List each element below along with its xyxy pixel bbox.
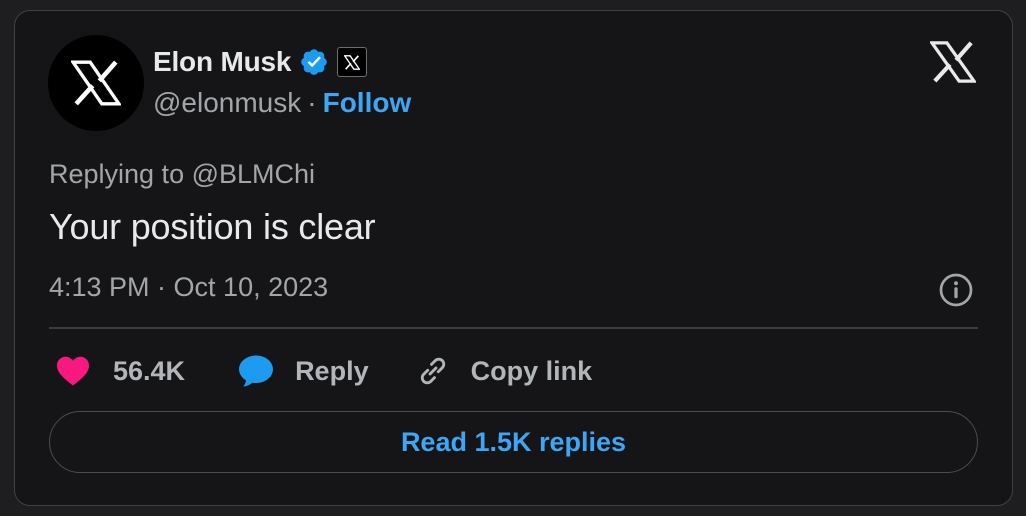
copy-link-button[interactable]: Copy link <box>415 353 593 389</box>
separator-dot: · <box>307 87 317 118</box>
reply-bubble-icon <box>239 355 274 387</box>
handle-row: @elonmusk · Follow <box>153 87 411 119</box>
like-button[interactable]: 56.4K <box>55 355 185 387</box>
author-name-row: Elon Musk <box>153 45 368 79</box>
tweet-text: Your position is clear <box>49 206 376 247</box>
heart-icon <box>57 356 89 386</box>
avatar[interactable] <box>48 35 144 131</box>
divider <box>49 327 978 329</box>
x-logo-icon[interactable] <box>930 41 976 83</box>
action-bar: 56.4K Reply Copy link <box>55 351 592 391</box>
copy-link-label: Copy link <box>470 355 593 386</box>
link-icon <box>420 357 445 385</box>
reply-button[interactable]: Reply <box>237 354 369 388</box>
author-handle[interactable]: @elonmusk <box>153 87 301 119</box>
x-avatar-icon <box>71 60 121 106</box>
follow-button[interactable]: Follow <box>323 87 412 119</box>
info-icon[interactable] <box>938 272 974 308</box>
tweet-card: Elon Musk @elonmusk · Follow Replying to… <box>14 10 1013 506</box>
reply-label: Reply <box>295 355 369 386</box>
read-replies-button[interactable]: Read 1.5K replies <box>49 411 978 473</box>
affiliate-x-icon <box>337 47 368 77</box>
tweet-timestamp[interactable]: 4:13 PM · Oct 10, 2023 <box>49 272 328 303</box>
verified-badge-icon <box>301 49 328 75</box>
author-name[interactable]: Elon Musk <box>153 46 291 78</box>
replying-to[interactable]: Replying to @BLMChi <box>49 159 315 190</box>
like-count: 56.4K <box>113 355 186 386</box>
